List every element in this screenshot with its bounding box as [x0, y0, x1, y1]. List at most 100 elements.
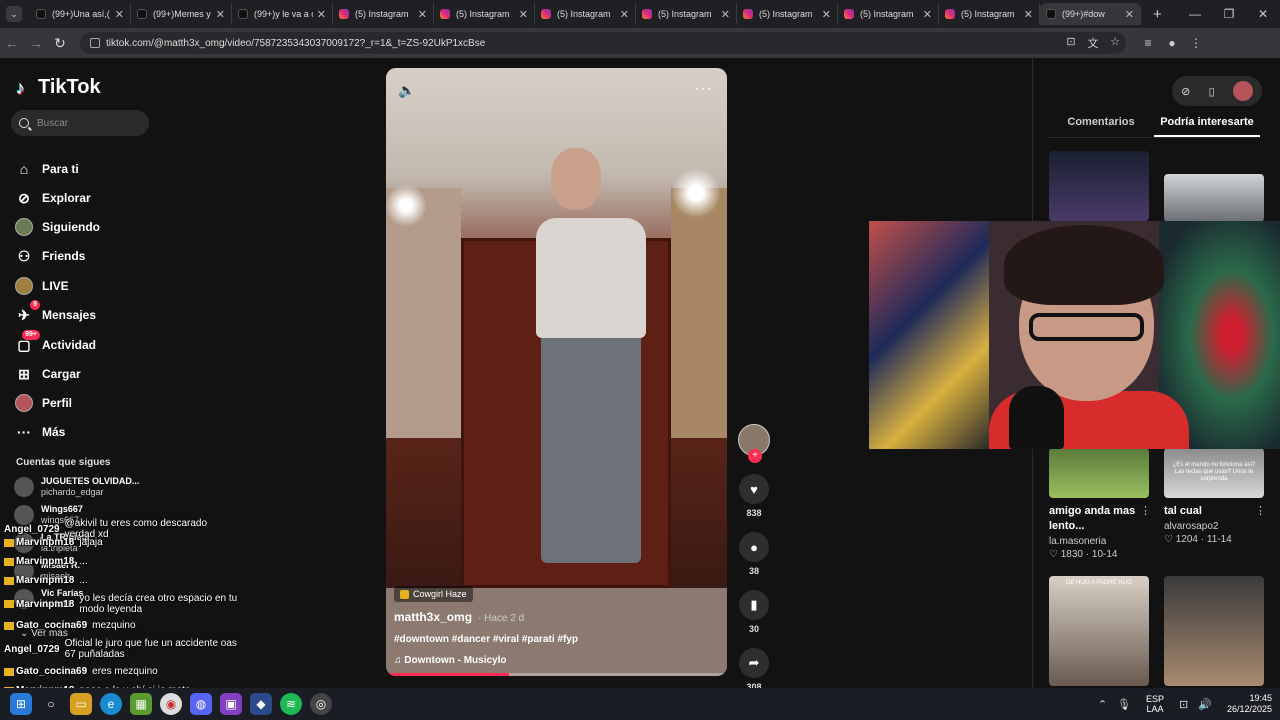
tab-close-icon[interactable]: ✕ — [216, 8, 225, 21]
tab-close-icon[interactable]: ✕ — [1024, 8, 1033, 21]
tab-close-icon[interactable]: ✕ — [519, 8, 528, 21]
search-taskbar-icon[interactable]: ○ — [40, 693, 62, 715]
video-player[interactable]: 🔈 ··· Cowgirl Haze matth3x_omg · Hace 2 d… — [386, 68, 727, 676]
video-progress-bar[interactable] — [386, 673, 727, 676]
tab-close-icon[interactable]: ✕ — [721, 8, 730, 21]
thumbnail-1[interactable] — [1049, 151, 1149, 221]
network-icon[interactable]: ⊡ — [1179, 698, 1188, 711]
launcher-icon[interactable]: ◆ — [250, 693, 272, 715]
install-app-icon[interactable]: ⊡ — [1060, 35, 1082, 51]
tab-close-icon[interactable]: ✕ — [115, 8, 124, 21]
windows-start-icon[interactable]: ⊞ — [10, 693, 32, 715]
tab-close-icon[interactable]: ✕ — [418, 8, 427, 21]
minecraft-icon[interactable]: ▦ — [130, 693, 152, 715]
tab-close-icon[interactable]: ✕ — [620, 8, 629, 21]
tab-comentarios[interactable]: Comentarios — [1048, 110, 1154, 137]
thumbnail-3[interactable] — [1049, 448, 1149, 498]
reload-button[interactable]: ↻ — [48, 35, 72, 52]
like-action[interactable]: ♥ 838 — [736, 474, 772, 518]
card-1-title[interactable]: amigo anda mas lento... — [1049, 504, 1144, 534]
user-avatar[interactable] — [1232, 81, 1253, 101]
browser-tab[interactable]: (99+)Memes y ✕ — [131, 3, 232, 25]
browser-tab[interactable]: (5) Instagram ✕ — [636, 3, 737, 25]
site-info-icon[interactable] — [90, 38, 100, 48]
tab-podria-interesarte[interactable]: Podría interesarte — [1154, 110, 1260, 137]
back-button[interactable]: ← — [0, 35, 24, 51]
sidebar-item-friends[interactable]: ⚇ Friends — [14, 245, 86, 267]
card-2-title[interactable]: tal cual — [1164, 504, 1259, 519]
browser-tab[interactable]: (5) Instagram ✕ — [535, 3, 636, 25]
sidebar-item-más[interactable]: ··· Más — [14, 421, 65, 443]
forward-button[interactable]: → — [24, 35, 48, 51]
app-icon[interactable]: ▣ — [220, 693, 242, 715]
sidebar-item-mensajes[interactable]: ✈ 9 Mensajes — [14, 300, 96, 326]
compass-icon[interactable]: ⊘ — [1181, 85, 1190, 98]
thumbnail-4[interactable]: ¿Es el mando no funciona así? Las teclas… — [1164, 448, 1264, 498]
browser-tab[interactable]: (5) Instagram ✕ — [434, 3, 535, 25]
card-2-more-icon[interactable]: ⋮ — [1255, 504, 1266, 517]
share-action[interactable]: ➦ 308 — [736, 648, 772, 692]
crown-badge-icon — [4, 538, 14, 547]
tray-chevron-icon[interactable]: ⌃ — [1098, 698, 1107, 711]
sidebar-item-para-ti[interactable]: ⌂ Para ti — [14, 158, 79, 180]
minimize-button[interactable]: — — [1178, 7, 1212, 21]
edge-icon[interactable]: e — [100, 693, 122, 715]
translate-icon[interactable]: 文 — [1082, 35, 1104, 51]
volume-icon[interactable]: 🔈 — [398, 82, 416, 98]
video-hashtags[interactable]: #downtown #dancer #viral #parati #fyp — [394, 634, 578, 645]
browser-tab[interactable]: (5) Instagram ✕ — [838, 3, 939, 25]
browser-tab[interactable]: (5) Instagram ✕ — [939, 3, 1040, 25]
profile-icon[interactable]: ● — [1160, 36, 1184, 50]
browser-tab[interactable]: (5) Instagram ✕ — [737, 3, 838, 25]
obs-icon[interactable]: ◎ — [310, 693, 332, 715]
clock[interactable]: 19:45 26/12/2025 — [1227, 693, 1272, 715]
video-author[interactable]: matth3x_omg · Hace 2 d — [394, 610, 524, 624]
sidebar-item-explorar[interactable]: ⊘ Explorar — [14, 187, 91, 209]
browser-tab[interactable]: (5) Instagram ✕ — [333, 3, 434, 25]
tab-search-dropdown[interactable]: ⌄ — [6, 6, 22, 22]
effect-tag[interactable]: Cowgirl Haze — [394, 586, 473, 602]
media-control-icon[interactable]: ≡ — [1136, 36, 1160, 50]
video-more-icon[interactable]: ··· — [694, 80, 713, 98]
tiktok-logo[interactable]: ♪ TikTok — [16, 76, 101, 99]
discord-icon[interactable]: ◍ — [190, 693, 212, 715]
video-music[interactable]: ♫ Downtown - Musicylo — [394, 655, 507, 666]
following-account[interactable]: JUGUETES OLVIDAD... pichardo_edgar — [14, 476, 139, 498]
save-action[interactable]: ▮ 30 — [736, 590, 772, 634]
search-input[interactable]: Buscar — [11, 110, 149, 136]
thumbnail-6[interactable] — [1164, 576, 1264, 686]
file-explorer-icon[interactable]: ▭ — [70, 693, 92, 715]
close-window-button[interactable]: ✕ — [1246, 7, 1280, 21]
spotify-icon[interactable]: ≋ — [280, 693, 302, 715]
new-tab-button[interactable]: + — [1153, 6, 1162, 23]
speaker-icon[interactable]: 🔊 — [1198, 698, 1212, 711]
card-1-more-icon[interactable]: ⋮ — [1140, 504, 1151, 517]
comment-action[interactable]: ● 38 — [736, 532, 772, 576]
bookmark-star-icon[interactable]: ☆ — [1104, 35, 1126, 51]
browser-tab[interactable]: (99+)y le va a c ✕ — [232, 3, 333, 25]
sidebar-item-actividad[interactable]: ▢ 99+ Actividad — [14, 330, 96, 356]
thumbnail-2[interactable] — [1164, 174, 1264, 222]
card-1-user[interactable]: la.masoneria — [1049, 536, 1106, 547]
device-icon[interactable]: ▯ — [1209, 85, 1215, 98]
browser-menu-icon[interactable]: ⋮ — [1184, 36, 1208, 50]
sidebar-item-live[interactable]: LIVE — [14, 275, 69, 297]
sidebar-item-cargar[interactable]: ⊞ Cargar — [14, 363, 81, 385]
maximize-button[interactable]: ❐ — [1212, 7, 1246, 21]
thumbnail-5[interactable]: DE HIJO A PADRE HIJO — [1049, 576, 1149, 686]
tab-close-icon[interactable]: ✕ — [317, 8, 326, 21]
language-indicator[interactable]: ESP LAA — [1146, 694, 1164, 714]
tab-close-icon[interactable]: ✕ — [822, 8, 831, 21]
sidebar-item-perfil[interactable]: Perfil — [14, 392, 72, 414]
browser-tab[interactable]: (99+)#dow ✕ — [1040, 3, 1141, 25]
browser-tab[interactable]: (99+)Una así,(✕ — [30, 3, 131, 25]
tab-close-icon[interactable]: ✕ — [1125, 8, 1134, 21]
card-2-user[interactable]: alvarosapo2 — [1164, 521, 1218, 532]
tab-close-icon[interactable]: ✕ — [923, 8, 932, 21]
creator-avatar[interactable]: + — [738, 424, 770, 463]
follow-plus-icon[interactable]: + — [748, 449, 762, 463]
chrome-icon[interactable]: ◉ — [160, 693, 182, 715]
address-bar[interactable]: tiktok.com/@matth3x_omg/video/7587235343… — [80, 32, 1126, 54]
sidebar-item-siguiendo[interactable]: Siguiendo — [14, 216, 100, 238]
microphone-icon[interactable]: 🎙 — [1117, 698, 1131, 711]
